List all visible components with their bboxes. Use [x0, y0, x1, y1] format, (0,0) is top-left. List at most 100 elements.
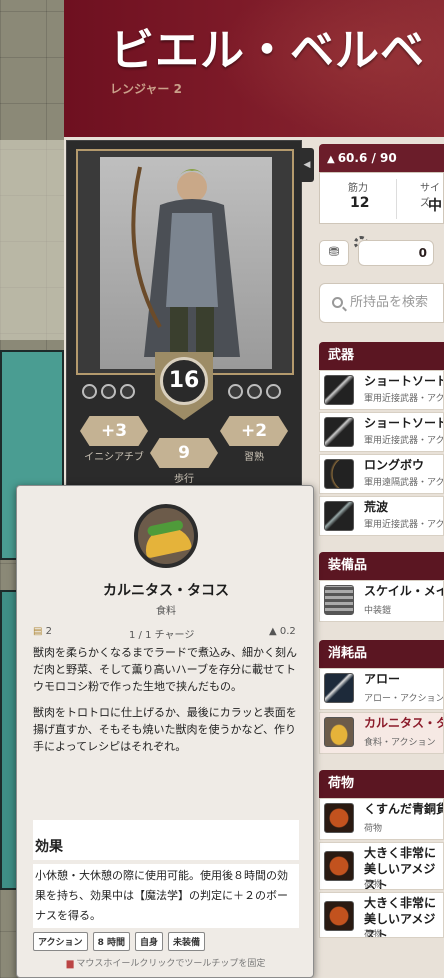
currency-field[interactable]: 0: [358, 240, 434, 266]
inventory-item[interactable]: くすんだ青銅貨 荷物: [319, 798, 444, 840]
item-subtitle: 中装鎧: [364, 606, 392, 616]
item-subtitle: 軍用近接武器・アクション: [364, 394, 444, 404]
effect-heading: 効果: [33, 820, 299, 860]
mouse-icon: ▆: [66, 959, 74, 969]
tag: 未装備: [167, 932, 205, 951]
description-paragraph: 獣肉をトロトロに仕上げるか、最後にカラッと表面を揚げ直すか、そもそも焼いた獣肉を…: [33, 706, 297, 753]
category-loot[interactable]: 荷物: [319, 770, 444, 798]
collapse-panel-button[interactable]: ◀: [300, 148, 314, 182]
ability-label: 筋力: [348, 183, 368, 194]
death-save-dot[interactable]: [247, 384, 262, 399]
pouch-icon: [324, 901, 354, 931]
tooltip-quantity: ▤ 2: [33, 626, 52, 637]
inventory-item[interactable]: スケイル・メイル 中装鎧: [319, 580, 444, 622]
item-name: ショートソード: [364, 416, 444, 430]
tooltip-hint: ▆ マウスホイールクリックでツールチップを固定: [17, 956, 315, 969]
description-paragraph: 獣肉を柔らかくなるまでラードで煮込み、細かく刻んだ肉と野菜、そして薫り高いハーブ…: [33, 646, 297, 693]
inventory-item[interactable]: 大きく非常に美しいアメジスト 荷物: [319, 842, 444, 890]
sword-icon: [324, 375, 354, 405]
item-name: ロングボウ: [364, 458, 425, 472]
item-subtitle: 荷物: [364, 930, 383, 938]
dagger-icon: [324, 501, 354, 531]
armor-icon: [324, 585, 354, 615]
character-name: ビエル・ベルベ: [110, 25, 425, 76]
item-name: くすんだ青銅貨: [364, 802, 444, 816]
item-tooltip: カルニタス・タコス 食料 ▤ 2 1 / 1 チャージ ▲ 0.2 獣肉を柔らか…: [16, 485, 314, 978]
death-save-dot[interactable]: [82, 384, 97, 399]
item-name: カルニタス・タコス: [364, 716, 443, 730]
pouch-icon: [324, 803, 354, 833]
pouch-icon: [324, 851, 354, 881]
ability-value[interactable]: 中: [428, 195, 442, 215]
coins-icon: ⛃: [328, 245, 340, 260]
proficiency-value[interactable]: +2: [220, 416, 288, 446]
coins-button[interactable]: ⛃: [319, 240, 349, 266]
inventory-item[interactable]: 荒波 軍用近接武器・アクション: [319, 496, 444, 536]
search-placeholder: 所持品を検索: [350, 295, 429, 310]
level-value: 16: [160, 357, 208, 405]
inventory-item[interactable]: ショートソード 軍用近接武器・アクション: [319, 412, 444, 452]
sword-icon: [324, 417, 354, 447]
category-weapons[interactable]: 武器: [319, 342, 444, 370]
hint-text: マウスホイールクリックでツールチップを固定: [76, 959, 266, 969]
item-subtitle: アロー・アクション: [364, 694, 444, 704]
tooltip-description: 獣肉を柔らかくなるまでラードで煮込み、細かく刻んだ肉と野菜、そして薫り高いハーブ…: [33, 644, 303, 764]
speed-label: 歩行: [174, 474, 194, 485]
arrow-icon: [324, 673, 354, 703]
tag: 8 時間: [92, 932, 130, 951]
item-subtitle: 軍用近接武器・アクション: [364, 436, 444, 446]
tag: アクション: [33, 932, 88, 951]
ability-value[interactable]: 12: [350, 195, 369, 211]
category-consumables[interactable]: 消耗品: [319, 640, 444, 668]
encumbrance-bar[interactable]: ▲ 60.6 / 90: [319, 144, 444, 172]
taco-icon: [324, 717, 354, 747]
tooltip-charges: 1 / 1 チャージ: [129, 630, 195, 641]
ranger-figure: [131, 166, 240, 357]
death-save-successes: [228, 384, 281, 399]
item-name: ショートソード: [364, 374, 444, 388]
death-save-dot[interactable]: [120, 384, 135, 399]
inventory-item-selected[interactable]: カルニタス・タコス 食料・アクション: [319, 712, 444, 754]
item-subtitle: 軍用近接武器・アクション: [364, 520, 444, 530]
initiative-value[interactable]: +3: [80, 416, 148, 446]
character-class: レンジャー 2: [110, 82, 182, 96]
encumbrance-value: 60.6 / 90: [337, 151, 397, 165]
character-portrait[interactable]: [100, 157, 272, 369]
item-name: アロー: [364, 672, 401, 686]
tooltip-tags: アクション 8 時間 自身 未装備: [33, 932, 205, 951]
item-subtitle: 食料・アクション: [364, 738, 436, 748]
quantity-icon: ▤: [33, 626, 43, 637]
ability-scores: 筋力 12 サイズ 中: [319, 172, 444, 224]
weight-icon: ▲: [327, 154, 335, 165]
death-save-dot[interactable]: [266, 384, 281, 399]
tag: 自身: [134, 932, 163, 951]
item-subtitle: 荷物: [364, 824, 383, 834]
tooltip-weight: ▲ 0.2: [269, 626, 296, 637]
inventory-item[interactable]: ショートソード 軍用近接武器・アクション: [319, 370, 444, 410]
weight-icon: ▲: [269, 626, 277, 637]
map-tile: [0, 140, 64, 340]
speed-value[interactable]: 9: [150, 438, 218, 468]
inventory-item[interactable]: 大きく非常に美しいアメジスト 荷物: [319, 892, 444, 938]
search-icon: [332, 297, 343, 308]
tooltip-item-name: カルニタス・タコス: [103, 583, 229, 599]
effect-text: 小休憩・大休憩の際に使用可能。使用後８時間の効果を持ち、効果中は【魔法学】の判定…: [33, 864, 299, 928]
divider: [396, 179, 397, 219]
death-save-failures: [82, 384, 135, 399]
initiative-label: イニシアチブ: [84, 452, 144, 463]
sheet-header: ビエル・ベルベ レンジャー 2: [64, 0, 444, 137]
inventory-item[interactable]: アロー アロー・アクション: [319, 668, 444, 710]
proficiency-label: 習熟: [244, 452, 264, 463]
taco-icon: [134, 504, 198, 568]
item-subtitle: 荷物: [364, 880, 383, 890]
tooltip-item-type: 食料: [156, 606, 176, 617]
item-name: 荒波: [364, 500, 389, 514]
portrait-frame: [76, 149, 294, 375]
death-save-dot[interactable]: [101, 384, 116, 399]
bow-icon: [324, 459, 354, 489]
inventory-item[interactable]: ロングボウ 軍用遠隔武器・アクション: [319, 454, 444, 494]
category-equipment[interactable]: 装備品: [319, 552, 444, 580]
item-subtitle: 軍用遠隔武器・アクション: [364, 478, 444, 488]
death-save-dot[interactable]: [228, 384, 243, 399]
inventory-search-input[interactable]: 所持品を検索: [319, 283, 444, 323]
